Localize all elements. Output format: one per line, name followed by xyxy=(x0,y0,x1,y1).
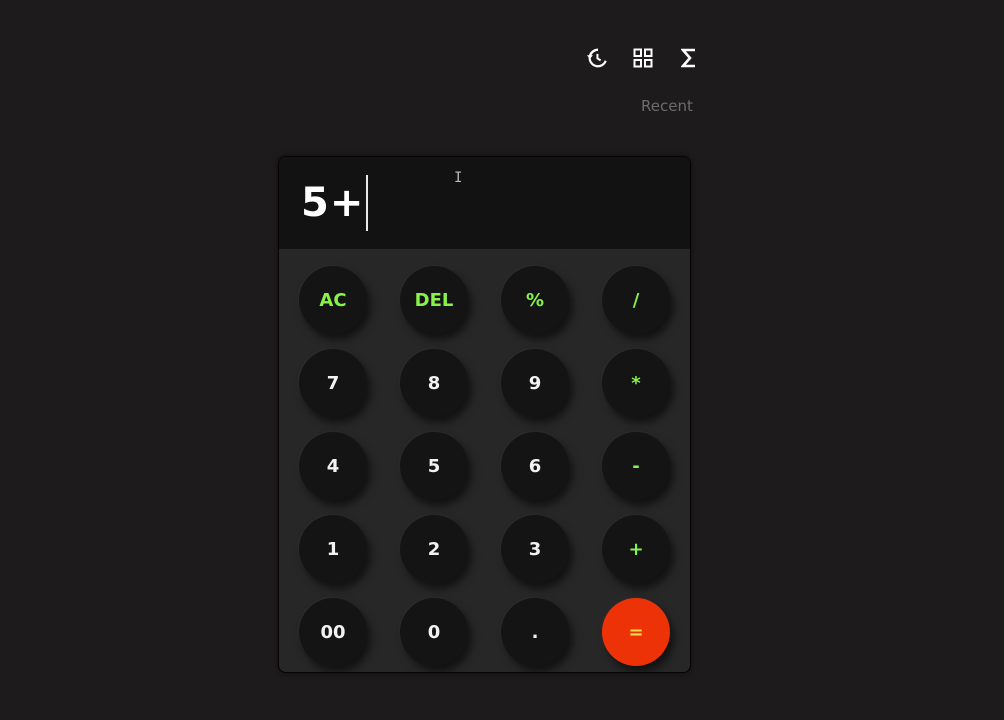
key-digit-6-button[interactable]: 6 xyxy=(501,432,569,500)
key-digit-0-button[interactable]: 0 xyxy=(400,598,468,666)
key-digit-8-button[interactable]: 8 xyxy=(400,349,468,417)
key-add-button[interactable]: + xyxy=(602,515,670,583)
text-caret xyxy=(366,175,368,231)
keypad: AC DEL%/7 8 9 * 4 5 6-1 2 3 +00 0. = xyxy=(299,266,670,666)
display[interactable]: 5+ xyxy=(279,157,690,249)
key-digit-4-button[interactable]: 4 xyxy=(299,432,367,500)
key-digit-9-button[interactable]: 9 xyxy=(501,349,569,417)
key-double-zero-button[interactable]: 00 xyxy=(299,598,367,666)
key-percent-button[interactable]: % xyxy=(501,266,569,334)
history-button[interactable] xyxy=(574,44,620,72)
key-clear-button[interactable]: AC xyxy=(299,266,367,334)
grid-icon xyxy=(633,48,653,68)
toolbar xyxy=(574,44,712,72)
key-digit-5-button[interactable]: 5 xyxy=(400,432,468,500)
history-icon xyxy=(586,48,607,68)
calculator: 5+ AC DEL%/7 8 9 * 4 5 6-1 2 3 +00 0. = xyxy=(278,156,691,673)
key-digit-7-button[interactable]: 7 xyxy=(299,349,367,417)
key-divide-button[interactable]: / xyxy=(602,266,670,334)
key-subtract-button[interactable]: - xyxy=(602,432,670,500)
key-decimal-button[interactable]: . xyxy=(501,598,569,666)
key-digit-1-button[interactable]: 1 xyxy=(299,515,367,583)
key-digit-2-button[interactable]: 2 xyxy=(400,515,468,583)
key-delete-button[interactable]: DEL xyxy=(400,266,468,334)
sigma-icon xyxy=(681,48,695,68)
key-digit-3-button[interactable]: 3 xyxy=(501,515,569,583)
display-value: 5+ xyxy=(301,180,365,226)
ibeam-cursor-icon: I xyxy=(454,170,463,186)
key-multiply-button[interactable]: * xyxy=(602,349,670,417)
recent-label[interactable]: Recent xyxy=(641,97,693,115)
grid-button[interactable] xyxy=(620,44,666,72)
sigma-button[interactable] xyxy=(666,44,712,72)
key-equals-button[interactable]: = xyxy=(602,598,670,666)
